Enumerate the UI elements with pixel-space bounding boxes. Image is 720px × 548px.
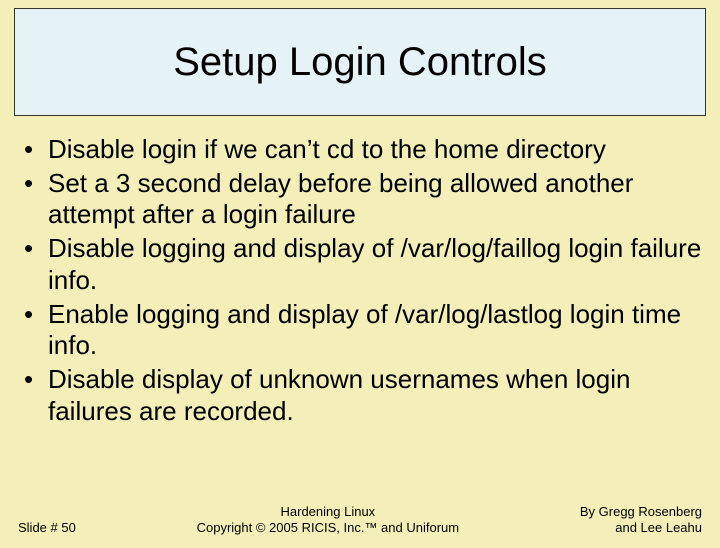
list-item: Disable logging and display of /var/log/… <box>14 233 706 296</box>
footer-center-line1: Hardening Linux <box>76 504 580 520</box>
title-region: Setup Login Controls <box>14 8 706 116</box>
list-item: Set a 3 second delay before being allowe… <box>14 168 706 231</box>
footer: Slide # 50 Hardening Linux Copyright © 2… <box>0 504 720 537</box>
footer-center-line2: Copyright © 2005 RICIS, Inc.™ and Unifor… <box>76 520 580 536</box>
list-item: Enable logging and display of /var/log/l… <box>14 299 706 362</box>
content-region: Disable login if we can’t cd to the home… <box>14 134 706 427</box>
list-item: Disable login if we can’t cd to the home… <box>14 134 706 166</box>
bullet-list: Disable login if we can’t cd to the home… <box>14 134 706 427</box>
slide-number: Slide # 50 <box>18 520 76 536</box>
footer-right: By Gregg Rosenberg and Lee Leahu <box>580 504 702 537</box>
list-item: Disable display of unknown usernames whe… <box>14 364 706 427</box>
footer-right-line1: By Gregg Rosenberg <box>580 504 702 520</box>
page-title: Setup Login Controls <box>173 40 547 85</box>
footer-center: Hardening Linux Copyright © 2005 RICIS, … <box>76 504 580 537</box>
footer-right-line2: and Lee Leahu <box>580 520 702 536</box>
